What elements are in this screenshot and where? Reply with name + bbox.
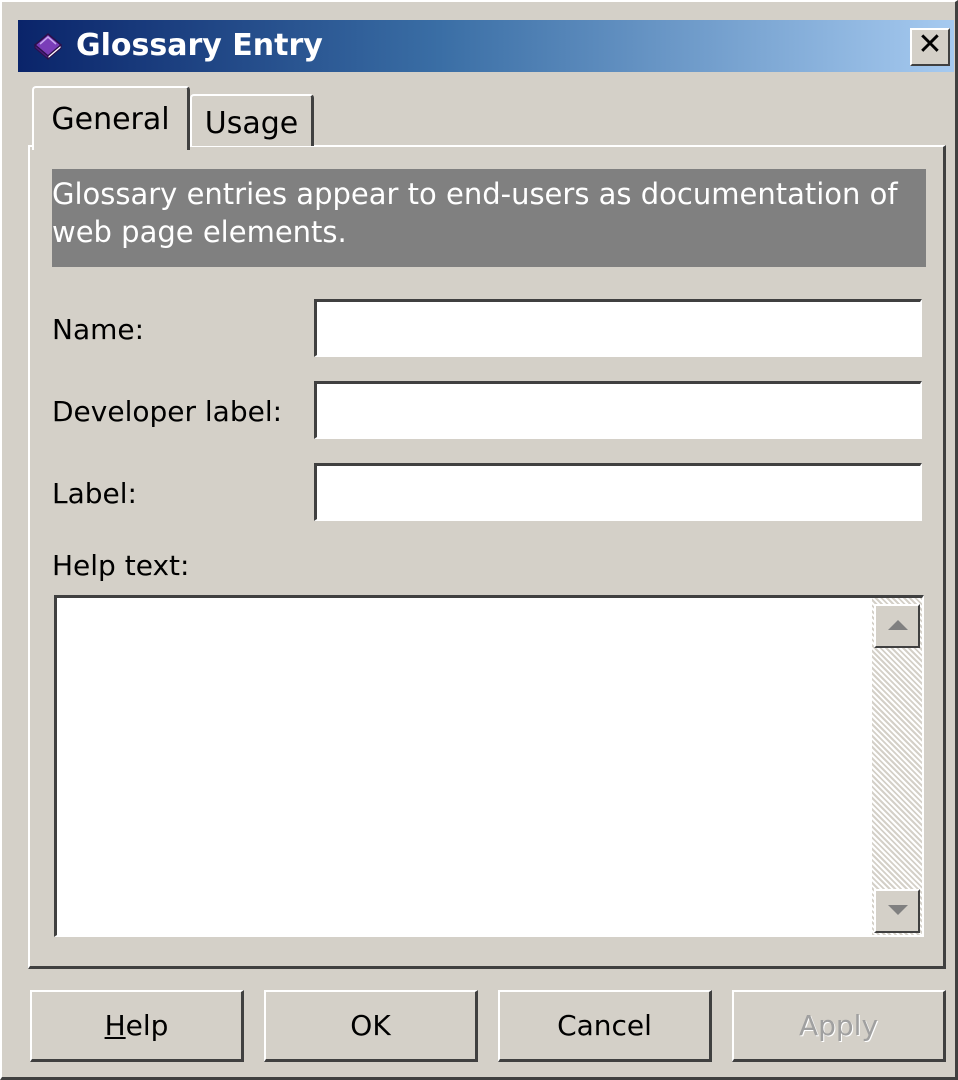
tab-usage[interactable]: Usage — [190, 94, 314, 146]
label-label: Label: — [52, 477, 137, 510]
arrow-up-icon — [888, 620, 908, 630]
title-bar[interactable]: Glossary Entry ✕ — [18, 20, 954, 72]
developer-label-label: Developer label: — [52, 395, 283, 428]
info-description: Glossary entries appear to end-users as … — [52, 169, 926, 267]
tab-general[interactable]: General — [32, 86, 190, 150]
developer-label-input[interactable] — [314, 381, 922, 439]
help-text-input[interactable] — [57, 598, 871, 935]
close-button[interactable]: ✕ — [910, 28, 950, 66]
general-tab-panel: Glossary entries appear to end-users as … — [28, 145, 946, 969]
scroll-down-button[interactable] — [874, 889, 920, 933]
apply-button-label: Apply — [798, 1009, 879, 1042]
ok-button[interactable]: OK — [264, 990, 478, 1062]
cancel-button-label: Cancel — [557, 1009, 652, 1042]
help-text-area-frame — [54, 595, 924, 937]
apply-button[interactable]: Apply — [732, 990, 946, 1062]
arrow-down-icon — [888, 905, 908, 915]
window-title: Glossary Entry — [76, 28, 323, 63]
help-button[interactable]: Help — [30, 990, 244, 1062]
name-label: Name: — [52, 313, 145, 346]
book-icon — [33, 33, 63, 61]
ok-button-label: OK — [350, 1009, 391, 1042]
help-text-scrollbar[interactable] — [872, 598, 922, 935]
glossary-entry-dialog: Glossary Entry ✕ General Usage Glossary … — [0, 0, 958, 1080]
label-input[interactable] — [314, 463, 922, 521]
scroll-up-button[interactable] — [874, 604, 920, 648]
close-icon: ✕ — [917, 27, 943, 62]
name-input[interactable] — [314, 299, 922, 357]
cancel-button[interactable]: Cancel — [498, 990, 712, 1062]
help-text-label: Help text: — [52, 549, 190, 582]
tab-general-label: General — [51, 102, 170, 137]
help-button-label: Help — [104, 1009, 169, 1042]
tab-usage-label: Usage — [204, 106, 299, 141]
